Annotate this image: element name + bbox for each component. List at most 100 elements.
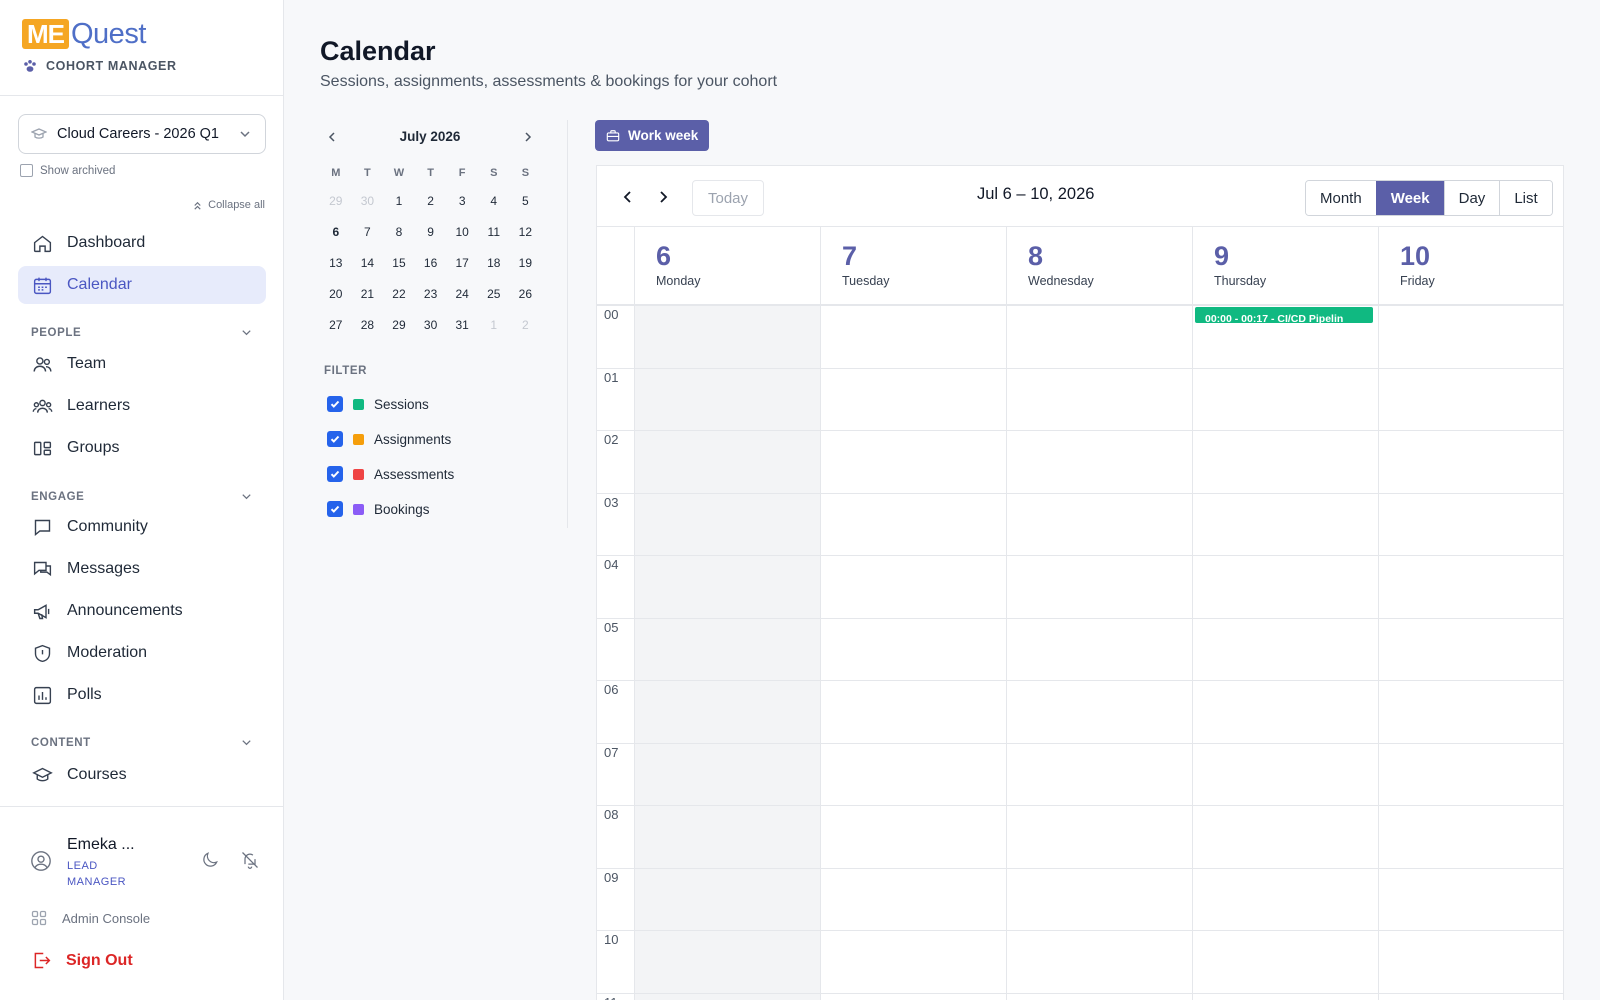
mini-calendar-day[interactable]: 11	[478, 217, 510, 248]
nav-polls[interactable]: Polls	[18, 676, 266, 714]
next-week-icon[interactable]	[654, 188, 672, 206]
mini-calendar-day[interactable]: 10	[446, 217, 478, 248]
mini-calendar-day[interactable]: 13	[320, 248, 352, 279]
filter-sessions-checkbox[interactable]	[327, 396, 343, 412]
mini-calendar-day[interactable]: 23	[415, 279, 447, 310]
calendar-event[interactable]: 00:00 - 00:17 - CI/CD Pipelin	[1195, 307, 1373, 323]
mini-calendar-day[interactable]: 2	[415, 186, 447, 217]
filter-sessions[interactable]: Sessions	[327, 396, 429, 412]
brand-logo[interactable]: ME Quest	[22, 18, 146, 50]
mini-calendar-day[interactable]: 8	[383, 217, 415, 248]
nav-team[interactable]: Team	[18, 345, 266, 383]
mini-calendar-day[interactable]: 12	[510, 217, 542, 248]
filter-assignments-checkbox[interactable]	[327, 431, 343, 447]
day-header[interactable]: 6 Monday	[634, 227, 820, 305]
mini-calendar-day[interactable]: 14	[352, 248, 384, 279]
mini-calendar-day[interactable]: 22	[383, 279, 415, 310]
filter-bookings-swatch	[353, 503, 364, 515]
day-header[interactable]: 10 Friday	[1378, 227, 1563, 305]
mini-calendar-day[interactable]: 15	[383, 248, 415, 279]
day-header[interactable]: 8 Wednesday	[1006, 227, 1192, 305]
today-button[interactable]: Today	[692, 180, 764, 216]
day-column[interactable]	[1006, 305, 1192, 1000]
bar-chart-icon	[33, 686, 52, 704]
show-archived-toggle[interactable]: Show archived	[20, 164, 115, 177]
mini-calendar-day[interactable]: 30	[352, 186, 384, 217]
cohort-select[interactable]: Cloud Careers - 2026 Q1	[18, 114, 266, 154]
nav-moderation[interactable]: Moderation	[18, 634, 266, 672]
mini-calendar-day[interactable]: 17	[446, 248, 478, 279]
mini-calendar-day[interactable]: 28	[352, 310, 384, 341]
nav-section-engage[interactable]: ENGAGE	[31, 490, 253, 503]
day-name: Thursday	[1214, 274, 1267, 288]
user-avatar-icon[interactable]	[30, 850, 52, 872]
nav-community[interactable]: Community	[18, 508, 266, 546]
prev-week-icon[interactable]	[619, 188, 637, 206]
nav-calendar[interactable]: Calendar	[18, 266, 266, 304]
mini-calendar-day[interactable]: 9	[415, 217, 447, 248]
mini-calendar-day[interactable]: 18	[478, 248, 510, 279]
mini-calendar-day[interactable]: 29	[320, 186, 352, 217]
mini-calendar-day[interactable]: 16	[415, 248, 447, 279]
sidebar: ME Quest COHORT MANAGER Cloud Careers - …	[0, 0, 284, 1000]
day-header[interactable]: 7 Tuesday	[820, 227, 1006, 305]
moon-icon[interactable]	[200, 850, 220, 870]
mini-calendar-day[interactable]: 31	[446, 310, 478, 341]
mini-calendar-day[interactable]: 1	[383, 186, 415, 217]
show-archived-checkbox[interactable]	[20, 164, 33, 177]
filter-bookings-checkbox[interactable]	[327, 501, 343, 517]
nav-messages[interactable]: Messages	[18, 550, 266, 588]
day-column[interactable]	[1378, 305, 1563, 1000]
nav-groups[interactable]: Groups	[18, 429, 266, 467]
nav-section-people[interactable]: PEOPLE	[31, 326, 253, 339]
brand-logo-quest: Quest	[71, 17, 146, 50]
mini-calendar-day[interactable]: 27	[320, 310, 352, 341]
admin-console-label: Admin Console	[62, 910, 151, 926]
work-week-button[interactable]: Work week	[595, 120, 710, 151]
day-column[interactable]	[820, 305, 1006, 1000]
view-day-button[interactable]: Day	[1443, 181, 1500, 215]
mini-calendar-day[interactable]: 26	[510, 279, 542, 310]
mini-calendar-day[interactable]: 1	[478, 310, 510, 341]
chevron-left-icon[interactable]	[325, 130, 339, 144]
day-column[interactable]	[1192, 305, 1378, 1000]
mini-calendar-day[interactable]: 2	[510, 310, 542, 341]
filter-assessments-checkbox[interactable]	[327, 466, 343, 482]
nav-dashboard[interactable]: Dashboard	[18, 224, 266, 262]
mini-calendar-day[interactable]: 19	[510, 248, 542, 279]
mini-calendar-day[interactable]: 29	[383, 310, 415, 341]
filter-assignments-swatch	[353, 433, 364, 445]
nav-announcements-label: Announcements	[67, 602, 183, 619]
day-column[interactable]	[634, 305, 820, 1000]
mini-calendar-day[interactable]: 30	[415, 310, 447, 341]
filter-assignments[interactable]: Assignments	[327, 431, 451, 447]
view-month-button[interactable]: Month	[1306, 181, 1376, 215]
admin-console-link[interactable]: Admin Console	[31, 910, 150, 926]
day-header[interactable]: 9 Thursday	[1192, 227, 1378, 305]
nav-section-content[interactable]: CONTENT	[31, 736, 253, 749]
sign-out-button[interactable]: Sign Out	[31, 950, 133, 971]
nav-learners[interactable]: Learners	[18, 387, 266, 425]
view-list-button[interactable]: List	[1499, 181, 1552, 215]
filter-assignments-label: Assignments	[374, 431, 452, 447]
view-week-button[interactable]: Week	[1375, 181, 1444, 215]
mini-calendar-day[interactable]: 24	[446, 279, 478, 310]
chevron-right-icon[interactable]	[521, 130, 535, 144]
nav-courses[interactable]: Courses	[18, 756, 266, 794]
collapse-all-button[interactable]: Collapse all	[192, 199, 265, 211]
nav-announcements[interactable]: Announcements	[18, 592, 266, 630]
mini-calendar-day[interactable]: 6	[320, 217, 352, 248]
mini-calendar-day[interactable]: 7	[352, 217, 384, 248]
mini-calendar-day[interactable]: 25	[478, 279, 510, 310]
mini-calendar-day[interactable]: 5	[510, 186, 542, 217]
mini-calendar-day[interactable]: 20	[320, 279, 352, 310]
filter-assessments[interactable]: Assessments	[327, 466, 454, 482]
filter-bookings[interactable]: Bookings	[327, 501, 430, 517]
bell-off-icon[interactable]	[240, 850, 260, 870]
mini-calendar-day[interactable]: 4	[478, 186, 510, 217]
nav-section-engage-label: ENGAGE	[31, 490, 85, 503]
check-icon	[330, 400, 340, 408]
mini-calendar-day[interactable]: 3	[446, 186, 478, 217]
mini-calendar-day[interactable]: 21	[352, 279, 384, 310]
hour-line	[597, 930, 1563, 931]
